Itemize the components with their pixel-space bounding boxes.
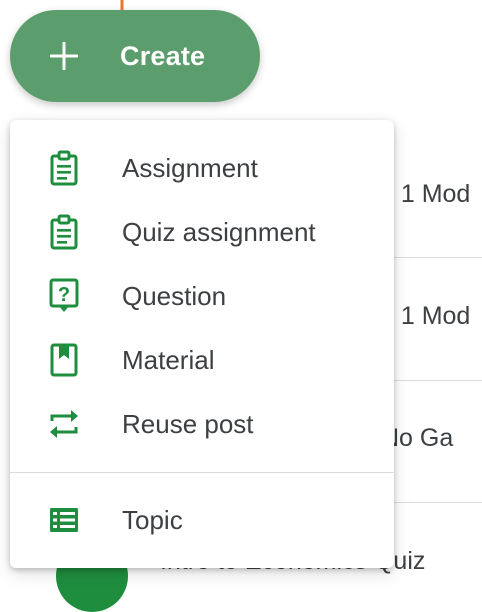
question-icon: ? xyxy=(44,276,84,316)
menu-item-reuse-post[interactable]: Reuse post xyxy=(10,392,394,456)
menu-item-label: Question xyxy=(122,280,227,311)
create-menu: Assignment Quiz assignment ? Question Ma… xyxy=(10,120,394,568)
reuse-post-icon xyxy=(44,404,84,444)
menu-item-material[interactable]: Material xyxy=(10,328,394,392)
menu-item-label: Reuse post xyxy=(122,408,254,439)
quiz-assignment-icon xyxy=(44,212,84,252)
menu-item-label: Quiz assignment xyxy=(122,216,316,247)
create-button[interactable]: Create xyxy=(10,10,260,102)
menu-divider xyxy=(10,472,394,473)
menu-item-assignment[interactable]: Assignment xyxy=(10,136,394,200)
menu-item-topic[interactable]: Topic xyxy=(10,488,394,552)
menu-item-label: Material xyxy=(122,344,215,375)
menu-item-label: Topic xyxy=(122,504,183,535)
divider xyxy=(380,502,482,503)
svg-text:?: ? xyxy=(58,284,70,306)
plus-icon xyxy=(50,42,78,70)
menu-item-label: Assignment xyxy=(122,152,258,183)
topic-icon xyxy=(44,500,84,540)
menu-item-question[interactable]: ? Question xyxy=(10,264,394,328)
divider xyxy=(380,380,482,381)
menu-item-quiz-assignment[interactable]: Quiz assignment xyxy=(10,200,394,264)
assignment-icon xyxy=(44,148,84,188)
create-button-label: Create xyxy=(120,40,206,71)
material-icon xyxy=(44,340,84,380)
divider xyxy=(380,257,482,258)
